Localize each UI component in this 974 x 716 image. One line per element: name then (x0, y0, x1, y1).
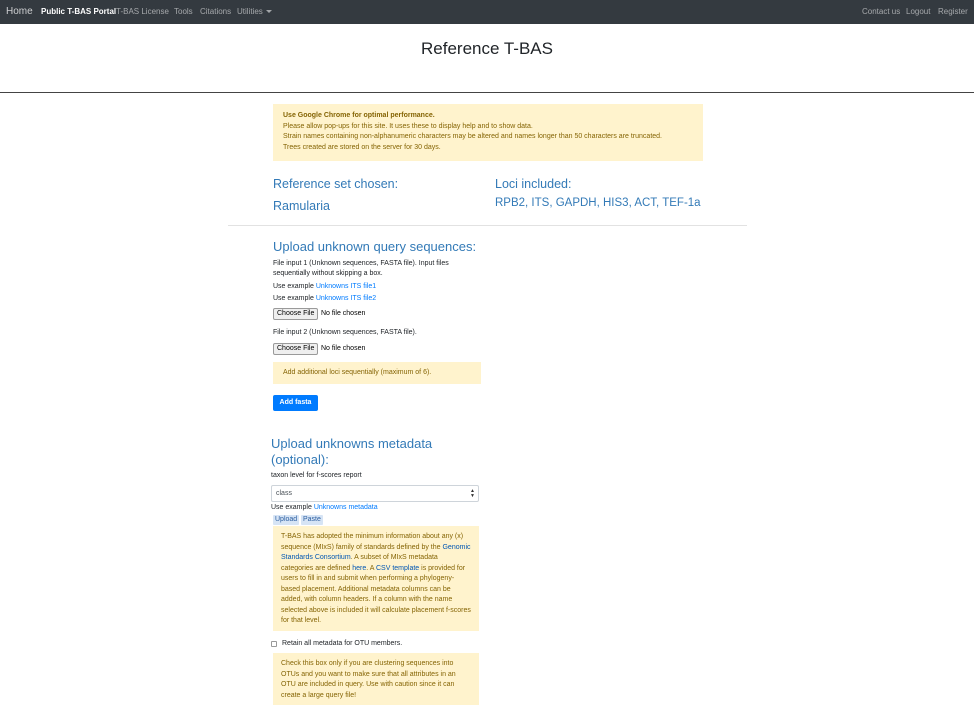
nav-home-link[interactable]: Home (6, 0, 33, 24)
mixs-info-text-c: . A (366, 564, 375, 572)
file-input-2-description: File input 2 (Unknown sequences, FASTA f… (273, 329, 417, 336)
tab-paste[interactable]: Paste (301, 515, 323, 525)
retain-metadata-warning: Check this box only if you are clusterin… (273, 653, 479, 705)
nav-license-link[interactable]: T-BAS License (116, 0, 169, 24)
nav-citations-link[interactable]: Citations (200, 0, 231, 24)
add-fasta-button[interactable]: Add fasta (273, 395, 318, 411)
notice-names-text: Strain names containing non-alphanumeric… (283, 133, 662, 140)
nav-public-portal-link[interactable]: Public T-BAS Portal (41, 0, 116, 24)
notice-popups-text: Please allow pop-ups for this site. It u… (283, 122, 533, 130)
unknowns-metadata-link[interactable]: Unknowns metadata (314, 504, 378, 511)
retain-metadata-checkbox[interactable] (271, 641, 277, 647)
mixs-info-text-a: T-BAS has adopted the minimum informatio… (281, 533, 464, 551)
nav-tools-link[interactable]: Tools (174, 0, 193, 24)
nav-logout-link[interactable]: Logout (906, 0, 930, 24)
notice-storage-text: Trees created are stored on the server f… (283, 143, 441, 151)
divider (0, 92, 974, 93)
reference-set-label: Reference set chosen: (273, 177, 399, 191)
mixs-here-link[interactable]: here (352, 565, 366, 572)
tab-upload[interactable]: Upload (273, 515, 300, 525)
use-example-label: Use example (273, 283, 314, 290)
use-example-label: Use example (273, 295, 314, 302)
mixs-info-alert: T-BAS has adopted the minimum informatio… (273, 526, 479, 631)
retain-metadata-label: Retain all metadata for OTU members. (282, 640, 403, 647)
retain-metadata-warning-text: Check this box only if you are clusterin… (281, 660, 456, 699)
taxon-level-select[interactable]: class ▲ ▼ (271, 485, 479, 502)
nav-utilities-label: Utilities (237, 7, 263, 16)
metadata-example-row: Use example Unknowns metadata (271, 503, 378, 513)
nav-register-link[interactable]: Register (938, 0, 968, 24)
upload-sequences-heading: Upload unknown query sequences: (273, 239, 477, 254)
file-input-1-description: File input 1 (Unknown sequences, FASTA f… (273, 260, 449, 277)
add-loci-note: Add additional loci sequentially (maximu… (273, 362, 481, 384)
page-title: Reference T-BAS (421, 39, 553, 58)
file-2-status: No file chosen (321, 345, 366, 352)
file-1-status: No file chosen (321, 310, 366, 317)
choose-file-2-button[interactable]: Choose File (273, 343, 319, 355)
example-2-row: Use example Unknowns ITS file2 (273, 294, 376, 304)
section-divider (228, 225, 747, 226)
chevron-down-icon (265, 9, 272, 13)
taxon-level-label: taxon level for f-scores report (271, 472, 362, 479)
select-arrows-icon: ▲ ▼ (470, 488, 475, 499)
browser-notice-alert: Use Google Chrome for optimal performanc… (273, 104, 703, 161)
notice-chrome-text: Use Google Chrome for optimal performanc… (283, 112, 435, 119)
unknowns-its-file2-link[interactable]: Unknowns ITS file2 (316, 295, 376, 302)
reference-set-value: Ramularia (273, 199, 330, 213)
nav-contact-link[interactable]: Contact us (862, 0, 900, 24)
mixs-info-text-d: is provided for users to fill in and sub… (281, 564, 471, 625)
example-1-row: Use example Unknowns ITS file1 (273, 282, 376, 292)
nav-utilities-dropdown[interactable]: Utilities (237, 0, 272, 24)
choose-file-1-button[interactable]: Choose File (273, 308, 319, 320)
top-navbar: Home Public T-BAS Portal T-BAS License T… (0, 0, 974, 24)
loci-included-label: Loci included: (495, 177, 572, 191)
add-loci-note-text: Add additional loci sequentially (maximu… (283, 369, 432, 376)
use-example-label: Use example (271, 504, 312, 511)
upload-metadata-heading: Upload unknowns metadata (optional): (271, 436, 433, 467)
loci-included-value: RPB2, ITS, GAPDH, HIS3, ACT, TEF-1a (495, 197, 701, 209)
csv-template-link[interactable]: CSV template (376, 565, 419, 572)
unknowns-its-file1-link[interactable]: Unknowns ITS file1 (316, 283, 376, 290)
taxon-level-value: class (276, 490, 292, 497)
